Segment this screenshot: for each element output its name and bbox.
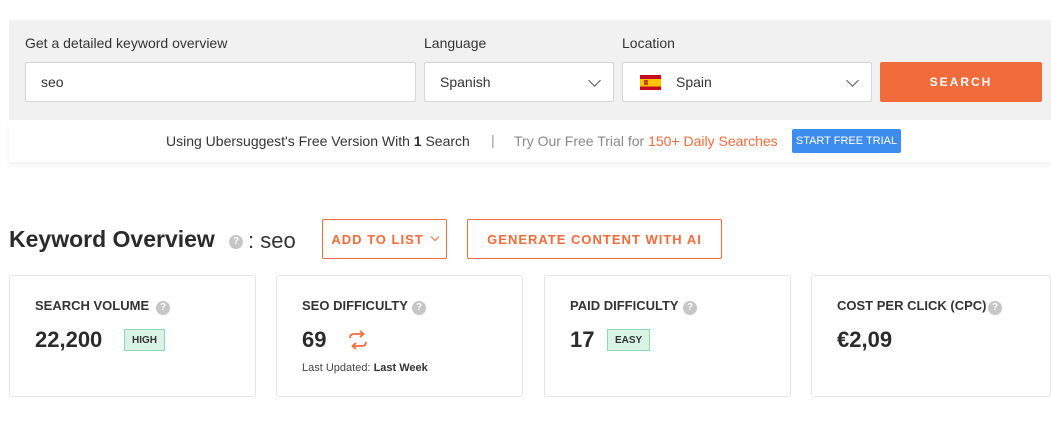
cost-per-click-card: COST PER CLICK (CPC) ? €2,09 <box>811 275 1051 397</box>
last-updated-value: Last Week <box>373 362 428 374</box>
last-updated-prefix: Last Updated: <box>302 362 371 374</box>
chevron-down-icon <box>588 74 601 87</box>
paid-difficulty-value: 17 <box>570 327 595 352</box>
free-version-count: 1 <box>413 133 422 149</box>
start-free-trial-button[interactable]: START FREE TRIAL <box>792 129 901 153</box>
location-field-label: Location <box>622 35 675 51</box>
location-select[interactable]: Spain <box>622 62 872 102</box>
search-volume-card: SEARCH VOLUME ? 22,200 HIGH <box>9 275 256 397</box>
keyword-search-panel: Get a detailed keyword overview seo Lang… <box>9 20 1051 120</box>
keyword-separator: : <box>248 228 255 253</box>
chevron-down-icon <box>846 74 859 87</box>
seo-difficulty-value: 69 <box>302 327 327 352</box>
free-version-banner: Using Ubersuggest's Free Version With 1 … <box>9 120 1051 162</box>
card-label: PAID DIFFICULTY <box>570 298 679 313</box>
card-label: COST PER CLICK (CPC) <box>837 298 987 313</box>
paid-difficulty-badge: EASY <box>607 329 651 351</box>
trial-offer-prefix: Try Our Free Trial for <box>514 133 645 149</box>
generate-content-button[interactable]: GENERATE CONTENT WITH AI <box>467 219 722 259</box>
help-icon[interactable]: ? <box>988 301 1002 315</box>
free-version-text: Using Ubersuggest's Free Version With 1 … <box>166 133 470 149</box>
search-volume-value: 22,200 <box>35 327 103 352</box>
banner-separator: | <box>491 132 495 148</box>
location-select-value: Spain <box>676 74 712 90</box>
keyword-input-value: seo <box>41 74 64 90</box>
keyword-search-input[interactable]: seo <box>25 62 416 102</box>
help-icon[interactable]: ? <box>156 301 170 315</box>
trial-offer-highlight[interactable]: 150+ Daily Searches <box>648 133 778 149</box>
volume-level-badge: HIGH <box>124 329 165 351</box>
spain-flag-icon <box>640 74 661 90</box>
chevron-down-icon <box>430 232 439 242</box>
paid-difficulty-card: PAID DIFFICULTY ? 17 EASY <box>544 275 791 397</box>
add-to-list-button[interactable]: ADD TO LIST <box>322 219 447 259</box>
page-title: Keyword Overview <box>9 226 215 252</box>
help-icon[interactable]: ? <box>683 301 697 315</box>
trial-offer-text: Try Our Free Trial for 150+ Daily Search… <box>514 133 778 149</box>
help-icon[interactable]: ? <box>412 301 426 315</box>
overview-keyword-value: seo <box>260 228 296 253</box>
overview-keyword: : seo <box>248 228 296 254</box>
free-version-prefix: Using Ubersuggest's Free Version With <box>166 133 410 149</box>
free-version-suffix: Search <box>425 133 470 149</box>
cpc-value: €2,09 <box>837 327 893 352</box>
keyword-field-label: Get a detailed keyword overview <box>25 35 228 51</box>
language-field-label: Language <box>424 35 487 51</box>
language-select[interactable]: Spanish <box>424 62 614 102</box>
last-updated-text: Last Updated: Last Week <box>302 362 428 374</box>
refresh-icon[interactable] <box>347 330 369 350</box>
help-icon[interactable]: ? <box>229 235 243 249</box>
add-to-list-label: ADD TO LIST <box>331 231 424 247</box>
card-label: SEARCH VOLUME <box>35 298 150 313</box>
seo-difficulty-card: SEO DIFFICULTY ? 69 Last Updated: Last W… <box>276 275 523 397</box>
search-button[interactable]: SEARCH <box>880 62 1042 102</box>
card-label: SEO DIFFICULTY <box>302 298 408 313</box>
language-select-value: Spanish <box>440 74 491 90</box>
